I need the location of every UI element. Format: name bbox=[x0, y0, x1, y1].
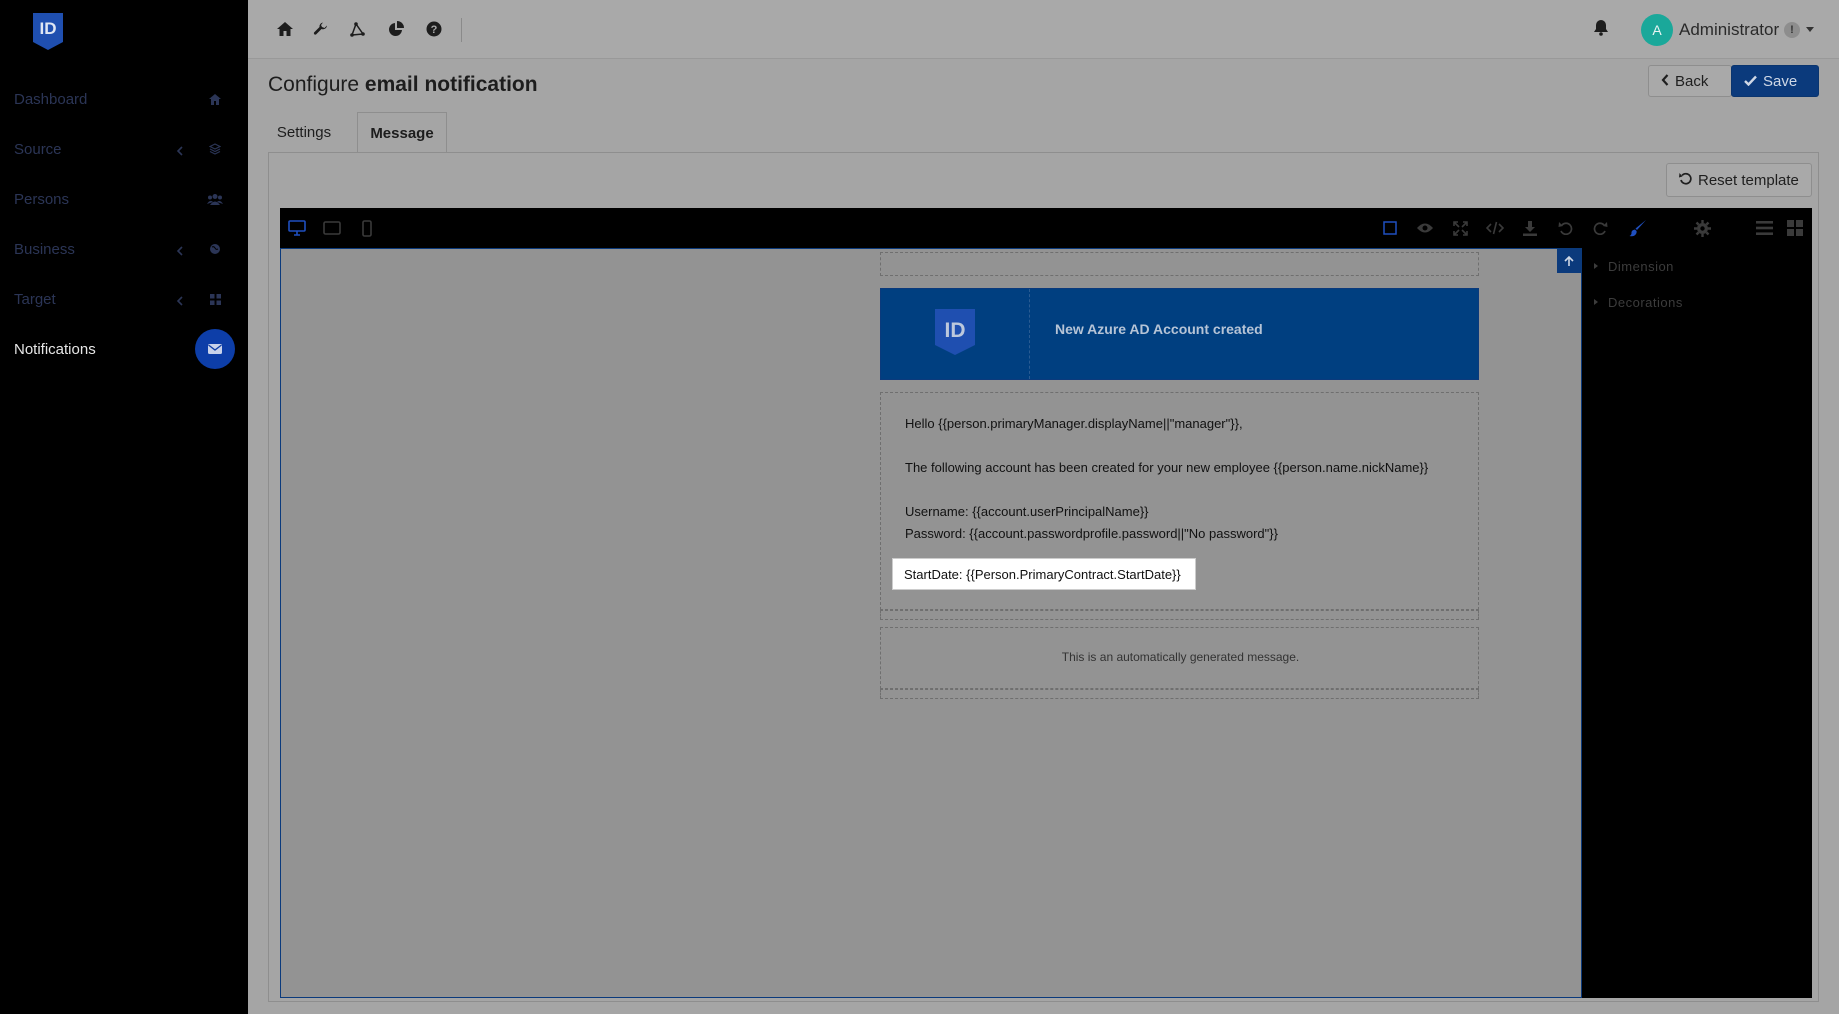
email-logo[interactable]: ID bbox=[933, 307, 977, 357]
caret-down-icon[interactable] bbox=[1806, 27, 1814, 32]
email-header-title[interactable]: New Azure AD Account created bbox=[1055, 321, 1263, 337]
reset-template-label: Reset template bbox=[1698, 171, 1799, 189]
sidebar-item-label: Notifications bbox=[14, 340, 96, 358]
page-title: Configure email notification bbox=[268, 73, 538, 97]
style-section-label: Decorations bbox=[1608, 295, 1683, 310]
back-label: Back bbox=[1675, 72, 1709, 90]
main-area: ? A Administrator ! Configure email noti… bbox=[248, 0, 1839, 1014]
email-separator[interactable] bbox=[880, 610, 1479, 620]
code-icon[interactable] bbox=[1486, 219, 1504, 237]
layers-icon[interactable] bbox=[1755, 219, 1773, 237]
greeting-text[interactable]: Hello {{person.primaryManager.displayNam… bbox=[905, 416, 1243, 431]
help-icon[interactable]: ? bbox=[425, 20, 443, 38]
pie-chart-icon[interactable] bbox=[387, 20, 405, 38]
grid-icon bbox=[207, 291, 223, 307]
email-top-spacer[interactable] bbox=[880, 252, 1479, 276]
sidebar-item-dashboard[interactable]: Dashboard bbox=[0, 74, 248, 124]
home-icon bbox=[207, 91, 223, 107]
back-button[interactable]: Back bbox=[1648, 65, 1732, 97]
sidebar-item-label: Business bbox=[14, 240, 75, 258]
intro-text[interactable]: The following account has been created f… bbox=[905, 460, 1428, 475]
wrench-icon[interactable] bbox=[311, 20, 329, 38]
startdate-text-selected[interactable]: StartDate: {{Person.PrimaryContract.Star… bbox=[892, 558, 1196, 590]
users-icon bbox=[207, 191, 223, 207]
style-section-label: Dimension bbox=[1608, 259, 1674, 274]
alert-badge: ! bbox=[1784, 22, 1800, 38]
sidebar-item-label: Target bbox=[14, 290, 56, 308]
layers-icon bbox=[207, 141, 223, 157]
footer-text[interactable]: This is an automatically generated messa… bbox=[881, 650, 1480, 664]
eye-icon[interactable] bbox=[1416, 219, 1434, 237]
user-name[interactable]: Administrator bbox=[1679, 20, 1779, 40]
style-section-decorations[interactable]: Decorations bbox=[1594, 295, 1683, 310]
home-icon[interactable] bbox=[276, 20, 294, 38]
reset-template-button[interactable]: Reset template bbox=[1666, 163, 1812, 197]
desktop-icon[interactable] bbox=[288, 219, 306, 237]
envelope-icon bbox=[195, 329, 235, 369]
check-icon bbox=[1744, 73, 1757, 90]
email-footer[interactable]: This is an automatically generated messa… bbox=[880, 627, 1479, 689]
chevron-left-icon bbox=[1661, 73, 1669, 90]
password-text[interactable]: Password: {{account.passwordprofile.pass… bbox=[905, 526, 1278, 541]
scroll-up-button[interactable] bbox=[1557, 249, 1581, 273]
undo-icon bbox=[1679, 172, 1692, 189]
download-icon[interactable] bbox=[1521, 219, 1539, 237]
email-header[interactable]: ID New Azure AD Account created bbox=[880, 288, 1479, 380]
sidebar-item-target[interactable]: Target bbox=[0, 274, 248, 324]
sidebar-item-label: Persons bbox=[14, 190, 70, 208]
redo-icon[interactable] bbox=[1591, 219, 1609, 237]
mobile-icon[interactable] bbox=[358, 219, 376, 237]
bell-icon[interactable] bbox=[1593, 19, 1611, 37]
caret-right-icon bbox=[1594, 299, 1598, 305]
blocks-icon[interactable] bbox=[1786, 219, 1804, 237]
top-bar: ? A Administrator ! bbox=[248, 0, 1839, 59]
app-logo[interactable]: ID bbox=[30, 10, 66, 52]
page-title-prefix: Configure bbox=[268, 73, 360, 96]
page-title-bold: email notification bbox=[364, 73, 538, 96]
email-header-logo-cell[interactable]: ID bbox=[881, 289, 1030, 379]
email-bottom-spacer[interactable] bbox=[880, 689, 1479, 699]
sidebar-item-persons[interactable]: Persons bbox=[0, 174, 248, 224]
sidebar-item-label: Source bbox=[14, 140, 62, 158]
sidebar-item-label: Dashboard bbox=[14, 90, 88, 108]
sidebar-item-business[interactable]: Business bbox=[0, 224, 248, 274]
avatar[interactable]: A bbox=[1641, 14, 1673, 46]
square-icon[interactable] bbox=[1381, 219, 1399, 237]
style-section-dimension[interactable]: Dimension bbox=[1594, 259, 1674, 274]
brush-icon[interactable] bbox=[1629, 219, 1647, 237]
username-text[interactable]: Username: {{account.userPrincipalName}} bbox=[905, 504, 1149, 519]
fullscreen-icon[interactable] bbox=[1451, 219, 1469, 237]
globe-icon bbox=[207, 241, 223, 257]
tablet-icon[interactable] bbox=[323, 219, 341, 237]
settings-icon[interactable] bbox=[1693, 219, 1711, 237]
vector-icon[interactable] bbox=[348, 20, 366, 38]
chevron-left-icon bbox=[176, 143, 186, 156]
svg-text:ID: ID bbox=[945, 319, 966, 342]
chevron-left-icon bbox=[176, 243, 186, 256]
sidebar-item-notifications[interactable]: Notifications bbox=[0, 324, 248, 374]
save-label: Save bbox=[1763, 72, 1798, 90]
editor-toolbar bbox=[280, 208, 1812, 248]
sidebar: ID Dashboard Source Persons Business Tar… bbox=[0, 0, 248, 1014]
tab-settings[interactable]: Settings bbox=[268, 112, 340, 152]
save-button[interactable]: Save bbox=[1731, 65, 1819, 97]
svg-text:ID: ID bbox=[40, 19, 57, 38]
chevron-left-icon bbox=[176, 293, 186, 306]
undo-icon[interactable] bbox=[1556, 219, 1574, 237]
tab-message[interactable]: Message bbox=[357, 112, 447, 153]
sidebar-item-source[interactable]: Source bbox=[0, 124, 248, 174]
caret-right-icon bbox=[1594, 263, 1598, 269]
toolbar-divider bbox=[461, 18, 462, 42]
svg-text:?: ? bbox=[431, 24, 438, 36]
style-manager-panel: Dimension Decorations bbox=[1582, 248, 1812, 998]
